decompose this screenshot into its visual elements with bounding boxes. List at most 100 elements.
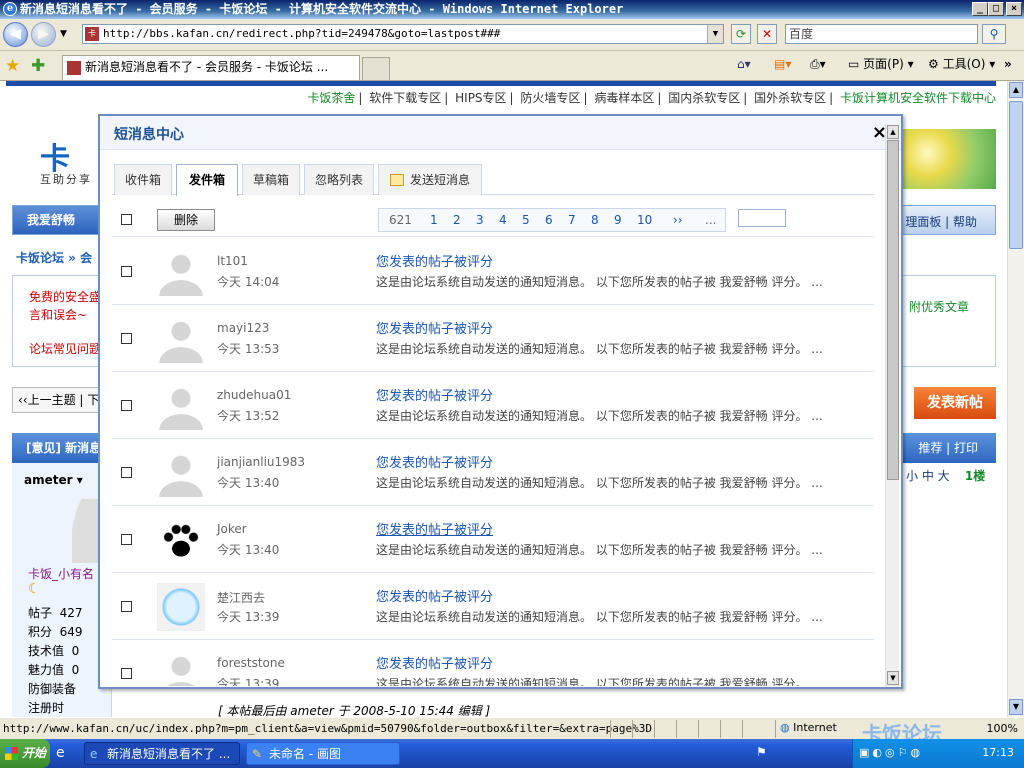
message-subject[interactable]: 您发表的帖子被评分 [376,519,493,538]
post-actions[interactable]: 推荐 | 打印 [918,433,978,463]
home-icon[interactable]: ⌂▾ [737,56,751,72]
page-link[interactable]: 7 [568,209,576,231]
notice-right-link[interactable]: 附优秀文章 [909,298,969,315]
message-row[interactable]: jianjianliu1983 今天 13:40 您发表的帖子被评分 这是由论坛… [112,439,874,506]
user-nav-right[interactable]: 理面板 | 帮助 [905,213,977,230]
message-subject[interactable]: 您发表的帖子被评分 [376,318,493,337]
browser-tab-active[interactable]: 新消息短消息看不了 - 会员服务 - 卡饭论坛 ... [62,55,360,80]
scroll-thumb[interactable] [1009,101,1023,249]
message-row[interactable]: foreststone 今天 13:39 您发表的帖子被评分 这是由论坛系统自动… [112,640,874,686]
page-link[interactable]: 6 [545,209,553,231]
page-menu[interactable]: ▭ 页面(P) ▾ [848,56,914,72]
message-subject[interactable]: 您发表的帖子被评分 [376,586,493,605]
message-checkbox[interactable] [121,467,132,478]
scroll-up-icon[interactable]: ▲ [1009,82,1023,98]
page-link[interactable]: 9 [614,209,622,231]
top-link[interactable]: 防火墙专区 [520,91,580,105]
breadcrumb[interactable]: 卡饭论坛 » 会 [16,249,92,266]
select-all-checkbox[interactable] [121,214,132,225]
tools-menu[interactable]: ⚙ 工具(O) ▾ [928,56,995,72]
task-paint-window[interactable]: ✎ 未命名 - 画图 [246,742,400,765]
tab-ignore-list[interactable]: 忽略列表 [304,164,374,195]
message-checkbox[interactable] [121,601,132,612]
page-link[interactable]: 8 [591,209,599,231]
message-row[interactable]: Joker 今天 13:40 您发表的帖子被评分 这是由论坛系统自动发送的通知短… [112,506,874,573]
language-icon[interactable]: ⚑ [756,745,767,759]
message-row[interactable]: 楚江西去 今天 13:39 您发表的帖子被评分 这是由论坛系统自动发送的通知短消… [112,573,874,640]
scroll-down-icon[interactable]: ▼ [1009,699,1023,715]
page-link[interactable]: 5 [522,209,530,231]
favorites-star-icon[interactable]: ★ [5,56,20,76]
top-link[interactable]: 病毒样本区 [594,91,654,105]
notice-line[interactable]: 论坛常见问题 [29,340,101,358]
message-user[interactable]: Joker [217,522,247,536]
notice-line[interactable]: 免费的安全盛 [29,288,101,306]
chevron-right-icon[interactable]: » [1004,56,1012,72]
minimize-button[interactable]: _ [972,2,988,16]
message-subject[interactable]: 您发表的帖子被评分 [376,385,493,404]
message-subject[interactable]: 您发表的帖子被评分 [376,251,493,270]
message-row[interactable]: lt101 今天 14:04 您发表的帖子被评分 这是由论坛系统自动发送的通知短… [112,238,874,305]
message-checkbox[interactable] [121,333,132,344]
page-link[interactable]: 10 [637,209,652,231]
top-link[interactable]: HIPS专区 [455,91,506,105]
message-user[interactable]: mayi123 [217,321,269,335]
address-dropdown-icon[interactable]: ▼ [707,25,723,43]
message-row[interactable]: zhudehua01 今天 13:52 您发表的帖子被评分 这是由论坛系统自动发… [112,372,874,439]
start-button[interactable]: 开始 [0,739,50,768]
feeds-icon[interactable]: ▤▾ [774,56,791,72]
message-user[interactable]: zhudehua01 [217,388,291,402]
quicklaunch-ie-icon[interactable]: e [56,745,65,761]
back-button[interactable]: ◀ [3,22,28,47]
scroll-thumb[interactable] [887,140,899,480]
message-user[interactable]: foreststone [217,656,285,670]
message-subject[interactable]: 您发表的帖子被评分 [376,452,493,471]
tab-inbox[interactable]: 收件箱 [114,164,172,195]
task-ie-window[interactable]: e 新消息短消息看不了 ... [84,742,240,765]
message-row[interactable]: mayi123 今天 13:53 您发表的帖子被评分 这是由论坛系统自动发送的通… [112,305,874,372]
delete-button[interactable]: 删除 [157,209,215,231]
scroll-down-icon[interactable]: ▼ [887,671,899,685]
forward-button[interactable]: ▶ [31,22,56,47]
page-link[interactable]: 1 [430,209,438,231]
page-jump-input[interactable] [738,209,786,227]
address-bar[interactable]: 卡 http://bbs.kafan.cn/redirect.php?tid=2… [82,24,724,44]
message-user[interactable]: jianjianliu1983 [217,455,305,469]
tab-drafts[interactable]: 草稿箱 [242,164,300,195]
new-post-button[interactable]: 发表新帖 [914,387,996,419]
search-go-button[interactable]: ⚲ [982,24,1006,44]
tab-send-message[interactable]: 发送短消息 [378,164,482,195]
history-dropdown-icon[interactable]: ▼ [60,29,67,39]
security-zone[interactable]: ◍ Internet [780,721,837,734]
zoom-level[interactable]: 100% [987,722,1018,735]
site-logo[interactable]: 卡 [40,134,100,177]
page-scrollbar[interactable]: ▲ ▼ [1007,81,1024,717]
page-link[interactable]: 4 [499,209,507,231]
font-size-links[interactable]: 小 中 大 [906,469,950,483]
refresh-button[interactable]: ⟳ [731,24,751,44]
print-icon[interactable]: ⎙▾ [810,56,826,72]
maximize-button[interactable]: □ [988,2,1004,16]
page-link[interactable]: 3 [476,209,484,231]
message-checkbox[interactable] [121,400,132,411]
message-subject[interactable]: 您发表的帖子被评分 [376,653,493,672]
message-checkbox[interactable] [121,266,132,277]
top-link[interactable]: 国内杀软专区 [668,91,740,105]
user-nav-link[interactable]: 我爱舒畅 [13,206,101,234]
next-page-link[interactable]: ›› [673,209,683,231]
add-favorites-icon[interactable]: ✚ [31,56,45,76]
window-title-bar[interactable]: e 新消息短消息看不了 - 会员服务 - 卡饭论坛 - 计算机安全软件交流中心 … [0,0,1024,19]
message-checkbox[interactable] [121,534,132,545]
prev-topic-link[interactable]: ‹‹上一主题 | 下 [12,387,102,413]
message-checkbox[interactable] [121,668,132,679]
page-link[interactable]: 2 [453,209,461,231]
message-user[interactable]: 楚江西去 [217,589,265,606]
top-link[interactable]: 卡饭计算机安全软件下载中心 [840,91,996,105]
top-link[interactable]: 软件下载专区 [369,91,441,105]
dialog-scrollbar[interactable]: ▲ ▼ [885,124,899,687]
top-link[interactable]: 国外杀软专区 [754,91,826,105]
notice-line[interactable]: 言和误会~ [29,306,87,324]
scroll-up-icon[interactable]: ▲ [887,125,899,139]
top-link[interactable]: 卡饭茶舍 [307,91,355,105]
close-window-button[interactable]: × [1006,2,1022,16]
